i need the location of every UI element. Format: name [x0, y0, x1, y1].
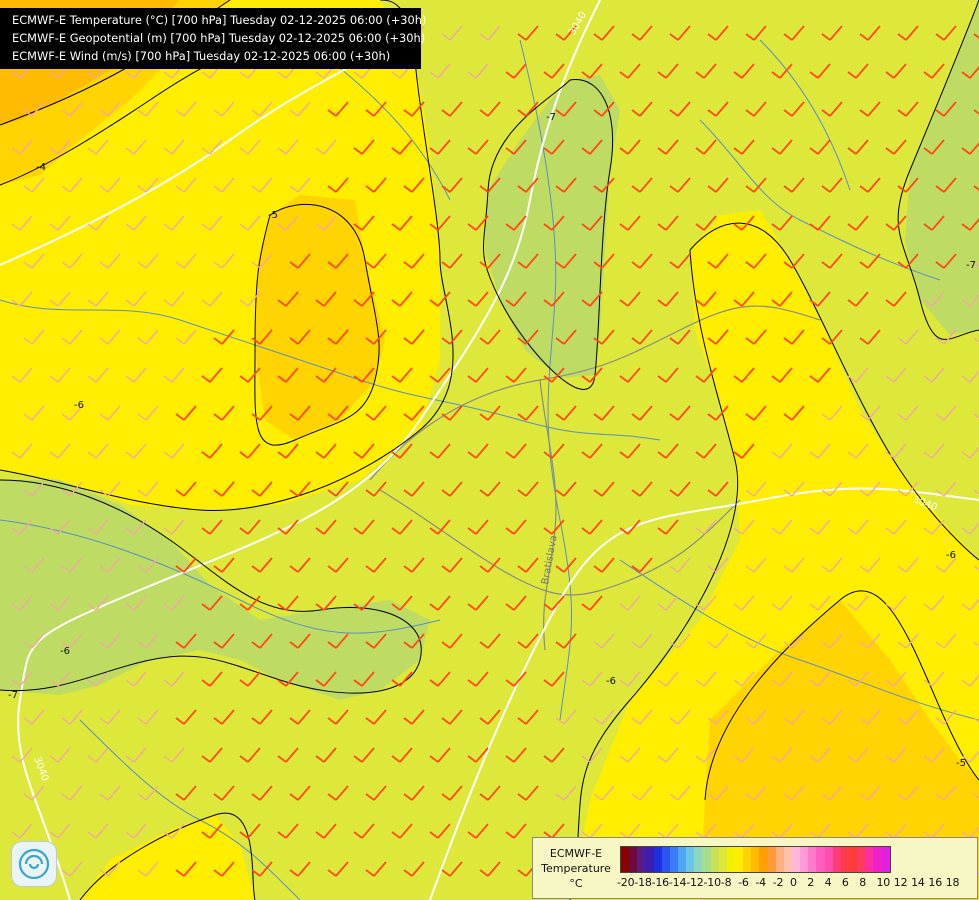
- legend-swatch: [726, 847, 735, 872]
- ecmwf-logo: [12, 842, 56, 886]
- legend-swatch: [637, 847, 646, 872]
- legend-swatch: [775, 847, 784, 872]
- map-canvas[interactable]: -4 -5 -6 -7 -6 -6 -5 -6 -7 -7 3040 3040 …: [0, 0, 979, 900]
- legend-tick: -2: [772, 876, 784, 889]
- legend-tick: 8: [859, 876, 866, 889]
- legend-swatch: [653, 847, 662, 872]
- legend-title-line: ECMWF-E: [549, 847, 603, 860]
- legend-swatch: [873, 847, 882, 872]
- legend-tick: -16: [651, 876, 670, 889]
- legend-swatch: [629, 847, 638, 872]
- title-wind: ECMWF-E Wind (m/s) [700 hPa] Tuesday 02-…: [12, 49, 391, 63]
- legend-swatch: [661, 847, 670, 872]
- legend-swatch: [857, 847, 866, 872]
- title-geopotential: ECMWF-E Geopotential (m) [700 hPa] Tuesd…: [12, 31, 426, 45]
- legend-swatch: [686, 847, 695, 872]
- legend-swatch: [743, 847, 752, 872]
- legend-swatch: [718, 847, 727, 872]
- legend-title-line: Temperature: [541, 862, 611, 875]
- temp-contour-label: -4: [36, 162, 46, 173]
- legend-swatch: [669, 847, 678, 872]
- legend-tick: -14: [668, 876, 687, 889]
- legend-swatch: [808, 847, 817, 872]
- temp-contour-label: -7: [546, 112, 556, 123]
- temp-contour-label: -5: [268, 210, 278, 221]
- legend-swatch: [734, 847, 744, 872]
- temp-contour-label: -7: [8, 690, 18, 701]
- title-temperature: ECMWF-E Temperature (°C) [700 hPa] Tuesd…: [12, 13, 427, 27]
- legend-swatch: [800, 847, 809, 872]
- legend-tick: -8: [720, 876, 732, 889]
- legend-swatch: [816, 847, 825, 872]
- legend-swatch: [865, 847, 874, 872]
- swirl-icon: [18, 848, 50, 880]
- legend-title: ECMWF-E Temperature °C: [537, 846, 615, 891]
- legend-swatch: [767, 847, 776, 872]
- legend-title-line: °C: [569, 877, 583, 890]
- temp-contour-label: -6: [60, 646, 70, 657]
- temp-contour-label: -6: [606, 676, 616, 687]
- legend-tick: 6: [841, 876, 849, 889]
- legend-swatch: [824, 847, 833, 872]
- temperature-legend: ECMWF-E Temperature °C -20 -18 -16 -14 -12 -1…: [532, 837, 978, 899]
- legend-tick: 14: [911, 876, 925, 889]
- legend-swatch: [694, 847, 703, 872]
- legend-tick: 12: [893, 876, 908, 889]
- legend-tick: -4: [755, 876, 766, 889]
- temp-contour-label: -7: [966, 260, 976, 271]
- legend-tick: 16: [928, 876, 942, 889]
- weather-map: -4 -5 -6 -7 -6 -6 -5 -6 -7 -7 3040 3040 …: [0, 0, 979, 900]
- temp-contour-label: -5: [956, 758, 966, 769]
- legend-tick: -18: [634, 876, 652, 889]
- legend-swatch: [840, 847, 849, 872]
- legend-tick: 2: [807, 876, 815, 889]
- map-title-box: ECMWF-E Temperature (°C) [700 hPa] Tuesd…: [0, 8, 427, 69]
- legend-swatch: [677, 847, 687, 872]
- legend-swatch: [832, 847, 841, 872]
- temp-contour-label: -6: [946, 550, 956, 561]
- legend-color-scale: [620, 846, 891, 873]
- legend-tick: -12: [686, 876, 704, 889]
- legend-swatch: [645, 847, 654, 872]
- legend-swatch: [791, 847, 801, 872]
- legend-tick: 4: [824, 876, 832, 889]
- legend-swatch: [751, 847, 760, 872]
- legend-tick: 18: [945, 876, 960, 889]
- legend-tick: 0: [790, 876, 797, 889]
- legend-swatch: [621, 847, 630, 872]
- temp-contour-label: -6: [74, 400, 84, 411]
- legend-tick: -20: [617, 876, 635, 889]
- legend-tick: -6: [738, 876, 749, 889]
- legend-tick: -10: [703, 876, 722, 889]
- legend-tick: 10: [876, 876, 891, 889]
- legend-swatch: [710, 847, 719, 872]
- legend-swatch: [881, 847, 890, 872]
- legend-swatch: [783, 847, 792, 872]
- legend-swatch: [759, 847, 768, 872]
- legend-swatch: [848, 847, 858, 872]
- legend-swatch: [702, 847, 711, 872]
